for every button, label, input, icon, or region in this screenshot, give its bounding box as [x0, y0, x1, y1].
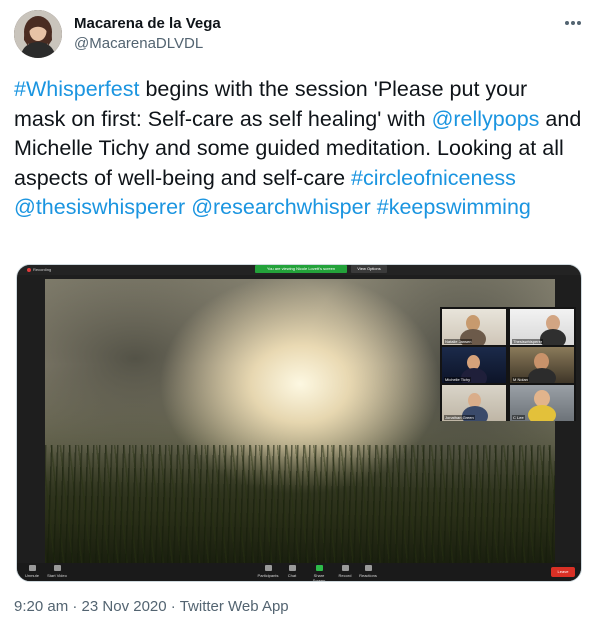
- record-icon: [341, 565, 349, 571]
- participants-button[interactable]: Participants: [255, 565, 281, 578]
- participant-name: Thesiswhisperer: [512, 339, 544, 344]
- share-screen-button[interactable]: Share Screen: [307, 565, 331, 582]
- participants-label: Participants: [257, 573, 279, 578]
- reactions-icon: [364, 565, 372, 571]
- participant-name: Natalie Jansen: [444, 339, 473, 344]
- participant-tile: Jonathan Green: [442, 385, 506, 421]
- view-options-button[interactable]: View Options: [351, 265, 387, 273]
- participant-tile: M Nolan: [510, 347, 574, 383]
- screen-share-banner: You are viewing Nicole Lovett's screen: [255, 265, 347, 273]
- chat-button[interactable]: Chat: [285, 565, 299, 578]
- video-camera-icon: [53, 565, 61, 571]
- participant-name: C Lee: [512, 415, 525, 420]
- hashtag-link[interactable]: #circleofniceness: [351, 166, 516, 190]
- recording-indicator: Recording: [27, 267, 51, 272]
- more-horizontal-icon[interactable]: [560, 13, 586, 33]
- separator-dot: ·: [166, 598, 180, 615]
- mention-link[interactable]: @researchwhisper: [191, 195, 371, 219]
- zoom-toolbar: Unmute Start Video Participants Chat Sha…: [17, 563, 581, 581]
- start-video-label: Start Video: [47, 573, 67, 578]
- hashtag-link[interactable]: #keepswimming: [377, 195, 531, 219]
- record-label: Record: [338, 573, 352, 578]
- grass-foreground: [45, 445, 555, 565]
- record-button[interactable]: Record: [337, 565, 353, 578]
- tweet-time[interactable]: 9:20 am: [14, 598, 68, 615]
- tweet-timestamp: 9:20 am · 23 Nov 2020 · Twitter Web App: [14, 598, 289, 615]
- participant-tile: C Lee: [510, 385, 574, 421]
- start-video-button[interactable]: Start Video: [45, 565, 69, 578]
- microphone-icon: [28, 565, 36, 571]
- chat-icon: [288, 565, 296, 571]
- mute-button[interactable]: Unmute: [23, 565, 41, 578]
- reactions-button[interactable]: Reactions: [357, 565, 379, 578]
- mention-link[interactable]: @thesiswhisperer: [14, 195, 185, 219]
- separator-dot: ·: [68, 598, 82, 615]
- participant-name: M Nolan: [512, 377, 529, 382]
- participant-tile: Michelle Tichy: [442, 347, 506, 383]
- author-handle[interactable]: @MacarenaDLVDL: [74, 35, 203, 52]
- avatar-image: [14, 10, 62, 58]
- participant-gallery: Natalie Jansen Thesiswhisperer Michelle …: [440, 307, 576, 421]
- author-name[interactable]: Macarena de la Vega: [74, 15, 221, 32]
- chat-label: Chat: [287, 573, 297, 578]
- participant-tile: Thesiswhisperer: [510, 309, 574, 345]
- avatar[interactable]: [14, 10, 62, 58]
- share-screen-icon: [315, 565, 323, 571]
- reactions-label: Reactions: [359, 573, 377, 578]
- tweet-source-app[interactable]: Twitter Web App: [180, 598, 289, 615]
- participants-icon: [264, 565, 272, 571]
- share-screen-label: Share Screen: [312, 573, 326, 582]
- mention-link[interactable]: @rellypops: [432, 107, 540, 131]
- leave-meeting-button[interactable]: Leave: [551, 567, 575, 577]
- participant-tile: Natalie Jansen: [442, 309, 506, 345]
- recording-label: Recording: [33, 267, 52, 272]
- tweet-date[interactable]: 23 Nov 2020: [82, 598, 167, 615]
- mute-label: Unmute: [24, 573, 39, 578]
- tweet-text: #Whisperfest begins with the session 'Pl…: [14, 75, 584, 223]
- tweet-media-image[interactable]: Recording You are viewing Nicole Lovett'…: [16, 264, 582, 582]
- zoom-top-bar: Recording You are viewing Nicole Lovett'…: [17, 265, 581, 275]
- record-dot-icon: [27, 267, 31, 272]
- hashtag-link[interactable]: #Whisperfest: [14, 77, 139, 101]
- participant-name: Jonathan Green: [444, 415, 475, 420]
- participant-name: Michelle Tichy: [444, 377, 472, 382]
